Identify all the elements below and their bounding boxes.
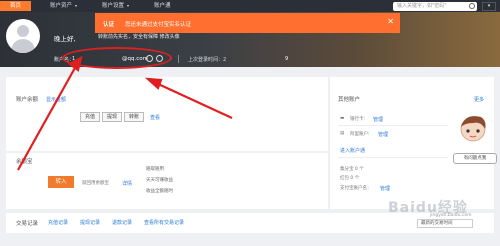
nav-tab-label: 账户资产 xyxy=(50,3,73,9)
withdraw-button[interactable]: 提现 xyxy=(102,112,122,122)
avatar[interactable] xyxy=(6,19,40,53)
alipay-account-label: 阿里账户: xyxy=(350,132,370,137)
payment-account-label: 支付宝账户名： xyxy=(340,186,372,191)
nav-dropdown-button[interactable]: ▾ xyxy=(482,2,496,11)
yuebao-desc: 赎回用余额宝 xyxy=(82,181,109,186)
watermark-url: jingyan.baidu.com xyxy=(430,213,472,218)
transactions-title: 交易记录 xyxy=(16,221,39,227)
yuebao-bullet: 收益全额随时 xyxy=(146,189,173,194)
show-balance-link[interactable]: 显示金额 xyxy=(46,96,66,103)
last-login-value: 9 xyxy=(285,56,289,62)
nav-tab-label: 账户通 xyxy=(154,3,171,9)
chevron-down-icon: ▾ xyxy=(75,3,78,8)
avatar-body-shape xyxy=(11,39,35,53)
greeting-text: 晚上好, xyxy=(54,35,76,43)
divider xyxy=(178,55,179,63)
bank-card-manage-link[interactable]: 管理 xyxy=(373,116,383,123)
payment-account-manage-link[interactable]: 管理 xyxy=(380,185,390,192)
recharge-button[interactable]: 充值 xyxy=(80,112,100,122)
red-packet-text: 红包 0 个 xyxy=(340,176,360,181)
balance-card xyxy=(6,77,328,151)
withdraw-records-link[interactable]: 提现记录 xyxy=(80,219,100,226)
other-accounts-title: 其他账户 xyxy=(338,97,361,103)
yuebao-bullet: 随取随用 xyxy=(146,167,164,172)
view-link[interactable]: 查看 xyxy=(150,114,160,121)
profile-tip[interactable]: 转账前先实名，安全有保障 修改头像 xyxy=(98,33,180,40)
toast-title: 认证 xyxy=(103,22,115,28)
last-login-label: 上次登录时间：2 xyxy=(188,57,227,63)
yuebao-detail-link[interactable]: 详情 xyxy=(122,180,132,187)
search-input[interactable]: 输入关键字，如"密码" xyxy=(393,2,477,11)
alipay-account-icon: ▤ xyxy=(340,131,345,136)
toast-message[interactable]: 您还未通过支付宝实名认证 xyxy=(125,20,191,28)
bank-card-icon: ▬ xyxy=(340,116,345,121)
nav-tab-settings[interactable]: 账户设置 ▾ xyxy=(92,1,139,11)
search-icon[interactable] xyxy=(469,3,475,9)
verification-toast: 认证 您还未通过支付宝实名认证 ✕ xyxy=(95,13,400,33)
annotation-ring xyxy=(62,47,172,69)
refund-records-link[interactable]: 退款记录 xyxy=(112,219,132,226)
close-icon[interactable]: ✕ xyxy=(387,17,394,26)
yuebao-title: 余额宝 xyxy=(16,159,33,165)
nav-tab-assets[interactable]: 账户资产 ▾ xyxy=(40,1,87,11)
top-nav-bar: 首页 账户资产 ▾ 账户设置 ▾ 账户通 输入关键字，如"密码" ▾ xyxy=(0,0,500,12)
chevron-down-icon: ▾ xyxy=(127,3,130,8)
nav-tab-home[interactable]: 首页 xyxy=(0,1,32,11)
transfer-button[interactable]: 转账 xyxy=(124,112,144,122)
balance-title: 账户余额 xyxy=(16,97,39,103)
recharge-records-link[interactable]: 充值记录 xyxy=(48,219,68,226)
divider xyxy=(338,125,448,126)
helper-mascot-icon[interactable] xyxy=(459,113,487,143)
alipay-account-manage-link[interactable]: 管理 xyxy=(378,131,388,138)
help-bubble[interactable]: 有问题点我 xyxy=(453,153,497,164)
nav-tab-account-link[interactable]: 账户通 xyxy=(144,1,181,11)
nav-tab-label: 首页 xyxy=(10,3,22,9)
search-placeholder: 输入关键字，如"密码" xyxy=(397,3,447,9)
sort-select[interactable]: 最新的交易时间 xyxy=(417,219,473,228)
enter-account-link[interactable]: 进入账户通 xyxy=(340,147,365,154)
yuebao-bullet: 天天可赚收益 xyxy=(146,178,173,183)
nav-tab-label: 账户设置 xyxy=(102,3,125,9)
avatar-head-shape xyxy=(17,25,29,37)
more-link[interactable]: 更多 xyxy=(474,96,484,103)
transfer-in-button[interactable]: 转入 xyxy=(48,176,74,188)
divider xyxy=(338,157,448,158)
bank-card-label: 银行卡: xyxy=(350,117,366,122)
points-text: 集分宝 0 个 xyxy=(340,167,364,172)
all-records-link[interactable]: 查看所有交易记录 xyxy=(144,219,184,226)
